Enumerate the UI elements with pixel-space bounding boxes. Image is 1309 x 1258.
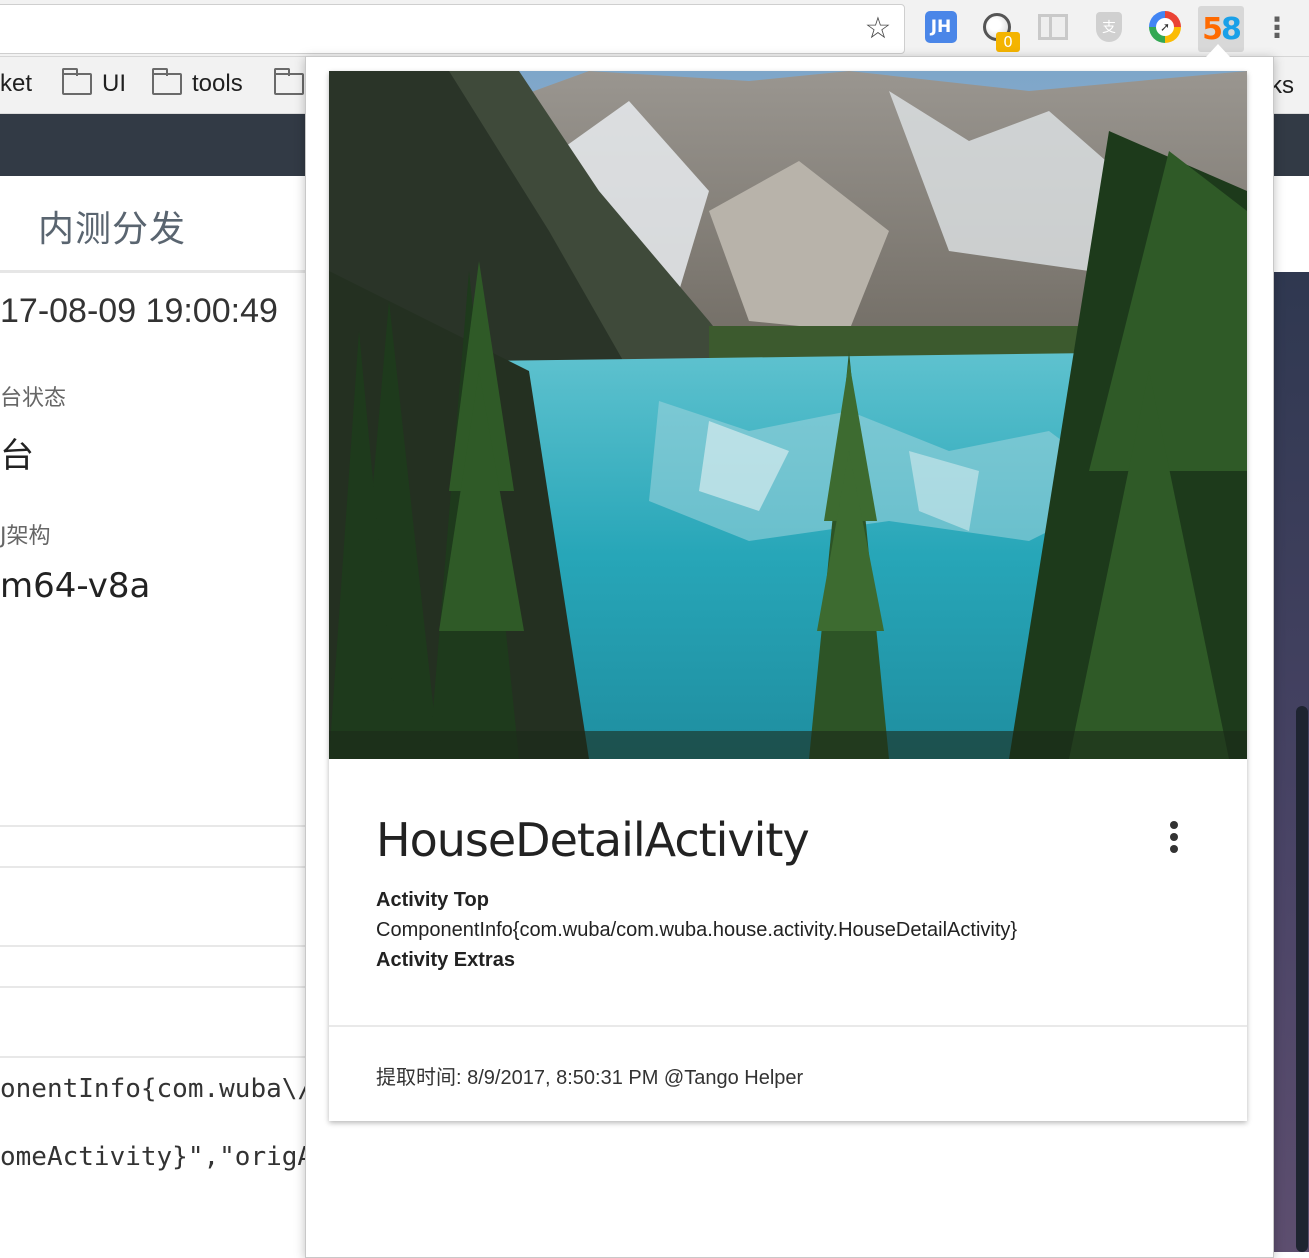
bookmark-label: tools xyxy=(192,70,243,97)
card-footer: 提取时间: 8/9/2017, 8:50:31 PM @Tango Helper xyxy=(376,1061,803,1090)
folder-icon xyxy=(152,68,182,95)
browser-toolbar: ☆ JH 0 支 ➚ 58 ⋮ xyxy=(0,0,1309,57)
compass-icon: ➚ xyxy=(1149,11,1181,43)
extension-jh-button[interactable]: JH xyxy=(924,10,958,44)
address-bar[interactable]: ☆ xyxy=(0,4,905,54)
bookmark-label: UI xyxy=(102,70,126,97)
extension-badge: 0 xyxy=(996,32,1020,52)
more-vertical-icon[interactable]: ⋮ xyxy=(1262,12,1292,44)
more-vertical-icon[interactable] xyxy=(1167,821,1181,857)
bookmark-folder-ui[interactable]: UI xyxy=(62,68,126,99)
bookmark-folder-tools[interactable]: tools xyxy=(152,68,243,99)
folder-icon xyxy=(274,68,304,95)
58-logo-icon: 58 xyxy=(1202,11,1242,47)
folder-icon xyxy=(62,68,92,95)
card-title: HouseDetailActivity xyxy=(376,813,810,867)
card-divider xyxy=(329,1025,1247,1027)
field-value: 台 xyxy=(0,436,34,476)
divider xyxy=(0,825,305,827)
divider xyxy=(0,945,305,947)
activity-top-label: Activity Top xyxy=(376,889,489,911)
field-label: 台状态 xyxy=(0,386,67,411)
field-label: J架构 xyxy=(0,524,51,549)
footer-label: 提取时间: xyxy=(376,1067,462,1089)
divider xyxy=(0,866,305,868)
popup-arrow xyxy=(1206,44,1230,57)
field-value: m64-v8a xyxy=(0,566,151,606)
layout-icon xyxy=(1038,14,1068,40)
component-info: ComponentInfo{com.wuba/com.wuba.house.ac… xyxy=(376,919,1018,941)
extension-compass-button[interactable]: ➚ xyxy=(1148,10,1182,44)
jh-icon: JH xyxy=(925,11,957,43)
scrollbar-thumb[interactable] xyxy=(1296,706,1308,1252)
lake-landscape-image xyxy=(329,71,1247,759)
code-line: onentInfo{com.wuba\/c xyxy=(0,1074,329,1104)
activity-card: HouseDetailActivity Activity Top Compone… xyxy=(329,71,1247,1121)
extension-shield-button[interactable]: 支 xyxy=(1092,10,1126,44)
divider xyxy=(0,1056,305,1058)
build-date: 17-08-09 19:00:49 xyxy=(0,292,278,330)
activity-extras-label: Activity Extras xyxy=(376,949,515,971)
star-icon[interactable]: ☆ xyxy=(862,13,894,45)
bookmark-item[interactable]: ket xyxy=(0,69,32,99)
shield-icon: 支 xyxy=(1096,12,1122,42)
divider xyxy=(0,270,305,273)
bookmark-label: ket xyxy=(0,70,33,97)
page-title: 内测分发 xyxy=(38,209,187,250)
footer-value: 8/9/2017, 8:50:31 PM @Tango Helper xyxy=(467,1067,804,1089)
card-image xyxy=(329,71,1247,759)
extension-layout-button[interactable] xyxy=(1036,10,1070,44)
divider xyxy=(0,986,305,988)
code-line: omeActivity}","origAc xyxy=(0,1142,329,1172)
